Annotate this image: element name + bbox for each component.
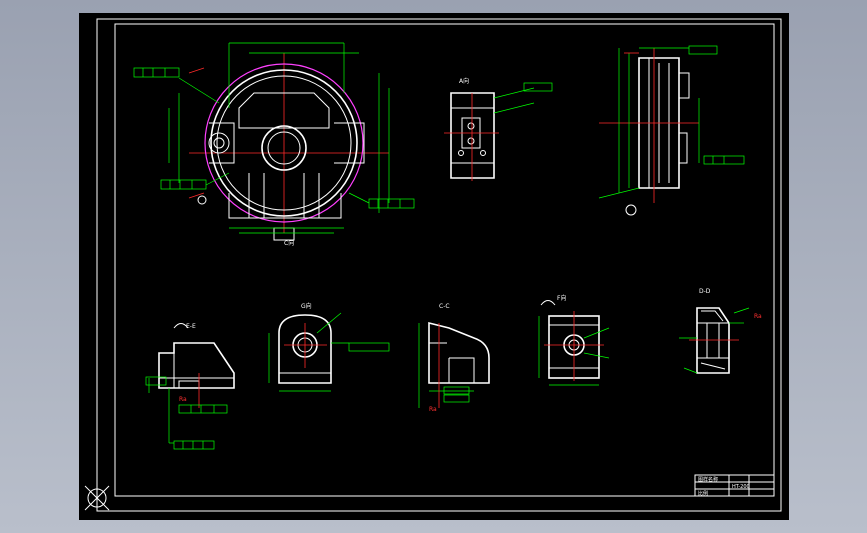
svg-text:C向: C向 [284,239,294,247]
drawing-canvas: C向 A向 E-E Ra G向 C-C Ra F向 D-D Ra 图样名称 HT… [84,18,782,512]
view-g-title: G向 [301,302,312,310]
title-block-name: 图样名称 [698,476,718,483]
ucs-icon [84,485,110,511]
view-f: F向 [538,294,610,386]
view-e-title: E-E [186,323,196,330]
drawing-sheet: C向 A向 E-E Ra G向 C-C Ra F向 D-D Ra 图样名称 HT… [79,13,789,520]
title-block: 图样名称 HT-200 比例 [694,474,775,497]
title-block-scale: 比例 [698,490,708,497]
view-g: G向 [268,302,390,392]
svg-text:Ra: Ra [429,406,437,413]
svg-text:Ra: Ra [754,313,762,320]
view-a-title: A向 [459,77,469,85]
view-c-title: C-C [439,303,450,310]
svg-text:Ra: Ra [179,396,187,403]
cad-viewport[interactable]: C向 A向 E-E Ra G向 C-C Ra F向 D-D Ra 图样名称 HT… [0,0,867,533]
view-d-title: D-D [699,288,711,295]
view-c-c: C-C Ra [418,303,490,413]
title-block-material: HT-200 [732,484,750,490]
view-f-title: F向 [557,294,566,302]
view-a: A向 [444,77,553,181]
view-e-e: E-E Ra [145,323,235,450]
main-front-view: C向 [133,42,415,247]
inner-border [114,23,775,497]
side-section-view [598,45,745,216]
view-d-d: D-D Ra [679,288,762,374]
